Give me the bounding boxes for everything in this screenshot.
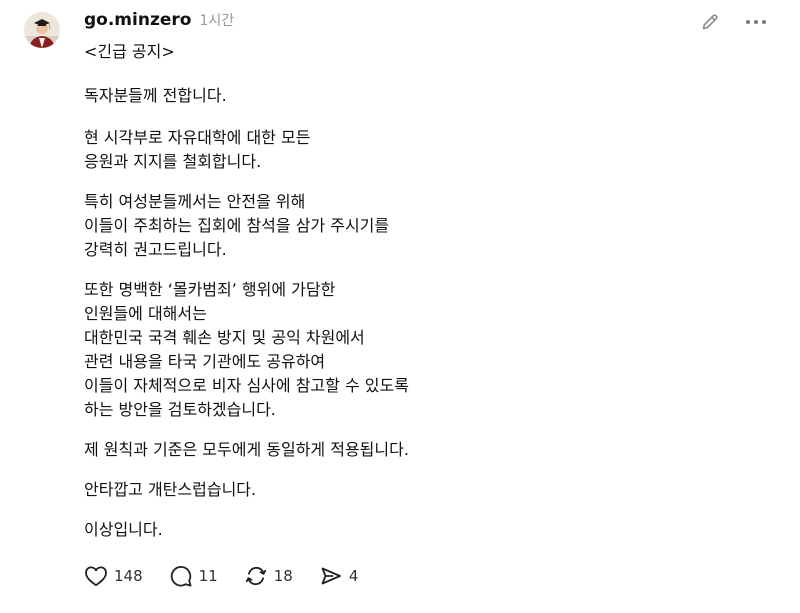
thread-post: go.minzero 1시간 <긴급 공지> 독자분들께 전합니다. 현 시각부… bbox=[0, 0, 800, 613]
comment-bubble-icon bbox=[169, 564, 193, 588]
avatar-image bbox=[24, 12, 60, 48]
post-paragraph: 이상입니다. bbox=[84, 520, 163, 539]
post-paragraph: 특히 여성분들께서는 안전을 위해 이들이 주최하는 집회에 참석을 삼가 주시… bbox=[84, 192, 390, 259]
username[interactable]: go.minzero bbox=[84, 10, 191, 30]
post-top-actions bbox=[698, 10, 768, 34]
share-count: 4 bbox=[348, 567, 359, 585]
post-paragraph: 독자분들께 전합니다. bbox=[84, 86, 227, 105]
repost-count: 18 bbox=[273, 567, 293, 585]
more-options-icon[interactable] bbox=[744, 10, 768, 34]
post-paragraph: 현 시각부로 자유대학에 대한 모든 응원과 지지를 철회합니다. bbox=[84, 128, 311, 171]
post-body: <긴급 공지> 독자분들께 전합니다. 현 시각부로 자유대학에 대한 모든 응… bbox=[84, 40, 644, 558]
avatar[interactable] bbox=[24, 12, 60, 48]
post-paragraph: 또한 명백한 ‘몰카범죄’ 행위에 가담한 인원들에 대해서는 대한민국 국격 … bbox=[84, 280, 409, 419]
post-paragraph: 안타깝고 개탄스럽습니다. bbox=[84, 480, 257, 499]
like-button[interactable]: 148 bbox=[84, 565, 143, 587]
pencil-icon[interactable] bbox=[698, 10, 722, 34]
post-action-bar: 148 11 18 4 bbox=[84, 564, 384, 588]
timestamp: 1시간 bbox=[199, 13, 235, 29]
post-header: go.minzero 1시간 bbox=[84, 10, 234, 34]
repost-button[interactable]: 18 bbox=[244, 564, 293, 588]
send-arrow-icon bbox=[319, 564, 343, 588]
post-paragraph: 제 원칙과 기준은 모두에게 동일하게 적용됩니다. bbox=[84, 440, 409, 459]
repost-arrows-icon bbox=[244, 564, 268, 588]
comment-button[interactable]: 11 bbox=[169, 564, 218, 588]
heart-icon bbox=[84, 565, 108, 587]
like-count: 148 bbox=[114, 567, 143, 585]
comment-count: 11 bbox=[198, 567, 218, 585]
notice-title: <긴급 공지> bbox=[84, 42, 175, 61]
share-button[interactable]: 4 bbox=[319, 564, 359, 588]
